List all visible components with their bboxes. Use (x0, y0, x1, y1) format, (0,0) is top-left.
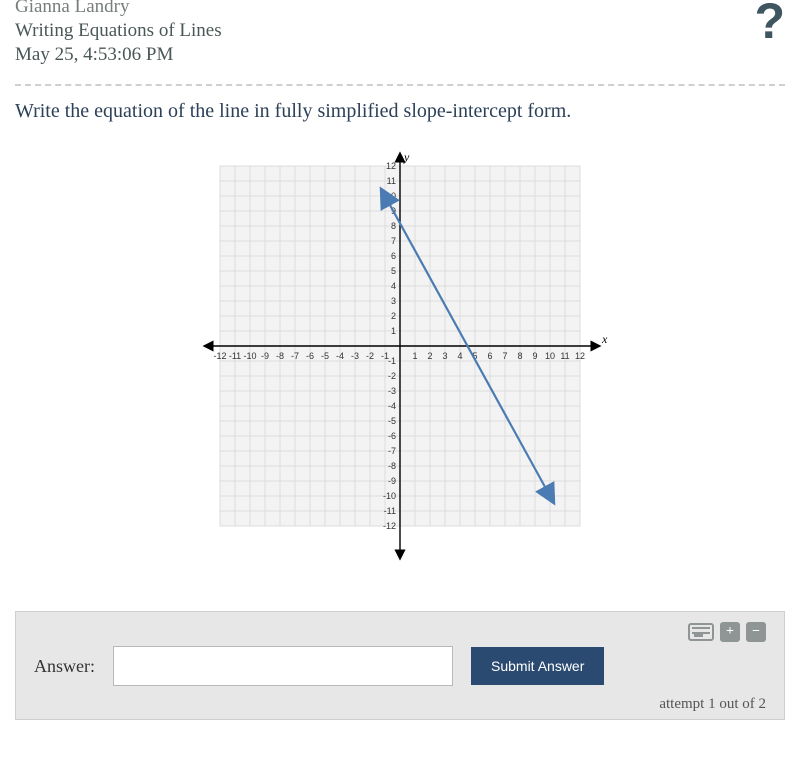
svg-text:9: 9 (532, 351, 537, 361)
help-icon[interactable]: ? (754, 0, 785, 50)
svg-text:7: 7 (391, 236, 396, 246)
assignment-title: Writing Equations of Lines (15, 20, 785, 42)
svg-text:3: 3 (391, 296, 396, 306)
svg-text:-8: -8 (388, 461, 396, 471)
svg-text:6: 6 (487, 351, 492, 361)
svg-text:-9: -9 (261, 351, 269, 361)
svg-text:2: 2 (391, 311, 396, 321)
svg-text:8: 8 (517, 351, 522, 361)
svg-text:5: 5 (391, 266, 396, 276)
attempt-counter: attempt 1 out of 2 (34, 696, 766, 713)
svg-text:-12: -12 (383, 521, 396, 531)
svg-text:4: 4 (457, 351, 462, 361)
svg-text:-11: -11 (229, 351, 241, 361)
svg-text:12: 12 (575, 351, 585, 361)
answer-input[interactable] (113, 646, 453, 686)
svg-text:11: 11 (387, 176, 396, 186)
svg-text:2: 2 (427, 351, 432, 361)
svg-text:-8: -8 (276, 351, 284, 361)
coordinate-graph: x y -12-11-10-9-8-7-6-5-4-3-2-1123456789… (190, 151, 610, 571)
svg-text:8: 8 (391, 221, 396, 231)
svg-text:-2: -2 (388, 371, 396, 381)
question-prompt: Write the equation of the line in fully … (15, 100, 785, 123)
svg-text:-4: -4 (336, 351, 344, 361)
svg-text:7: 7 (502, 351, 507, 361)
svg-text:-6: -6 (388, 431, 396, 441)
svg-text:4: 4 (391, 281, 396, 291)
svg-text:-12: -12 (213, 351, 226, 361)
zoom-out-button[interactable]: − (746, 622, 766, 642)
svg-text:-3: -3 (351, 351, 359, 361)
svg-text:-7: -7 (388, 446, 396, 456)
svg-text:12: 12 (386, 161, 396, 171)
svg-text:1: 1 (412, 351, 417, 361)
keyboard-icon[interactable] (688, 623, 714, 641)
svg-text:-2: -2 (366, 351, 374, 361)
svg-text:-10: -10 (243, 351, 256, 361)
svg-text:-4: -4 (388, 401, 396, 411)
timestamp: May 25, 4:53:06 PM (15, 44, 785, 66)
svg-text:-7: -7 (291, 351, 299, 361)
svg-text:-11: -11 (384, 506, 396, 516)
submit-button[interactable]: Submit Answer (471, 647, 604, 685)
answer-label: Answer: (34, 656, 95, 677)
svg-text:10: 10 (545, 351, 555, 361)
svg-text:3: 3 (442, 351, 447, 361)
svg-text:-10: -10 (383, 491, 396, 501)
svg-text:-9: -9 (388, 476, 396, 486)
svg-text:6: 6 (391, 251, 396, 261)
svg-text:1: 1 (391, 326, 396, 336)
svg-text:11: 11 (560, 351, 569, 361)
x-axis-label: x (601, 332, 608, 346)
y-axis-label: y (403, 151, 410, 164)
answer-panel: + − Answer: Submit Answer attempt 1 out … (15, 611, 785, 720)
svg-text:-3: -3 (388, 386, 396, 396)
zoom-in-button[interactable]: + (720, 622, 740, 642)
svg-text:-5: -5 (321, 351, 329, 361)
svg-text:-1: -1 (388, 356, 396, 366)
student-name: Gianna Landry (15, 0, 785, 18)
svg-text:-6: -6 (306, 351, 314, 361)
svg-text:-5: -5 (388, 416, 396, 426)
